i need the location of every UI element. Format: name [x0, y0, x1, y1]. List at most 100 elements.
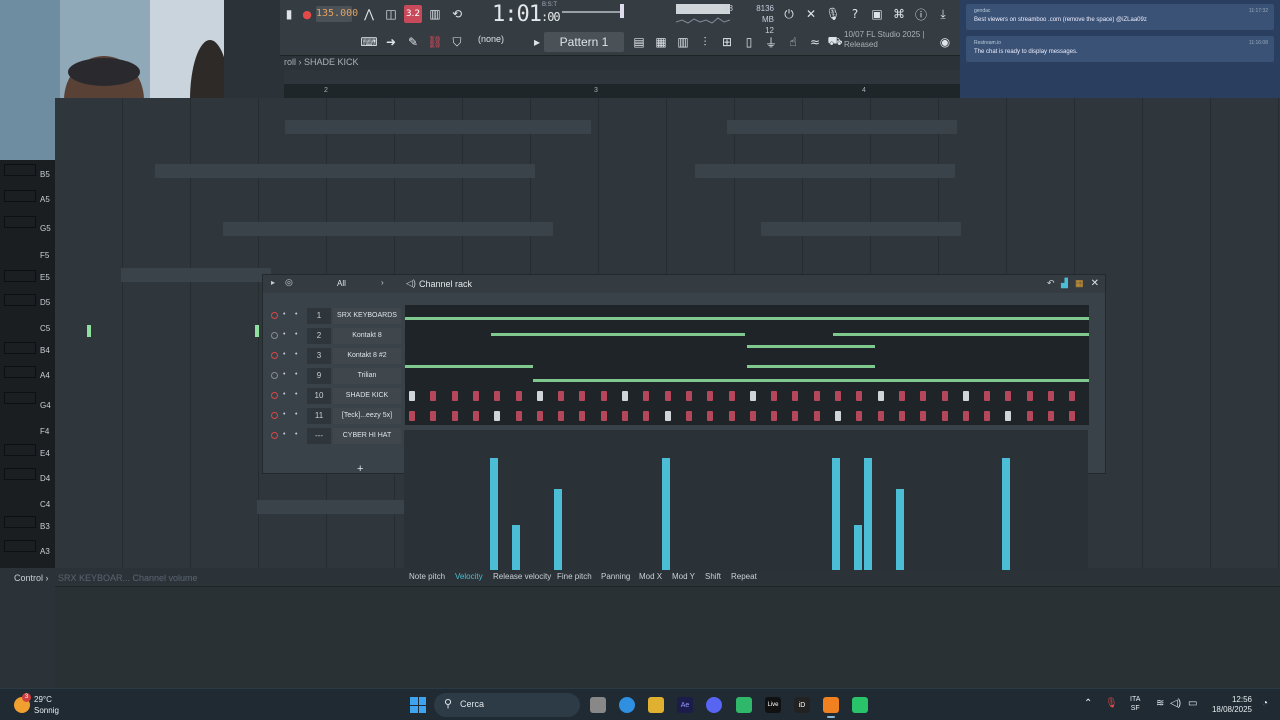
- step-button[interactable]: [771, 391, 778, 401]
- channel-name[interactable]: SRX KEYBOARDS: [333, 308, 401, 324]
- clock[interactable]: 12:56 18/08/2025: [1206, 695, 1252, 715]
- velocity-bar[interactable]: [662, 458, 670, 570]
- step-button[interactable]: [622, 391, 628, 401]
- step-button[interactable]: [792, 391, 799, 401]
- step-button[interactable]: [962, 391, 969, 401]
- metronome-icon[interactable]: ⋀: [360, 5, 378, 23]
- discord-icon[interactable]: [706, 697, 722, 713]
- touch-icon[interactable]: ☝: [784, 33, 802, 51]
- pan-knob-icon[interactable]: •: [283, 371, 285, 378]
- volume-knob-icon[interactable]: •: [295, 391, 297, 398]
- step-button[interactable]: [835, 391, 841, 401]
- channel-name[interactable]: Kontakt 8: [333, 328, 401, 344]
- filter-arrow-icon[interactable]: ›: [381, 278, 384, 287]
- step-button[interactable]: [579, 391, 586, 401]
- after-effects-icon[interactable]: Ae: [677, 697, 693, 713]
- steps-icon[interactable]: ▦: [1075, 278, 1084, 289]
- tab-repeat[interactable]: Repeat: [731, 572, 757, 581]
- velocity-lane[interactable]: [404, 430, 1088, 570]
- pan-knob-icon[interactable]: •: [283, 331, 285, 338]
- clipboard-icon[interactable]: ▯: [740, 33, 758, 51]
- volume-knob-icon[interactable]: •: [295, 311, 297, 318]
- step-button[interactable]: [494, 391, 501, 401]
- mixer-track[interactable]: 3: [307, 348, 331, 364]
- master-volume-handle[interactable]: [620, 4, 624, 18]
- step-button[interactable]: [558, 411, 565, 421]
- step-button[interactable]: [984, 391, 991, 401]
- step-sequencer-row[interactable]: [405, 389, 1089, 403]
- step-button[interactable]: [515, 411, 522, 421]
- step-button[interactable]: [1069, 411, 1076, 421]
- mixer-track[interactable]: 2: [307, 328, 331, 344]
- velocity-bar[interactable]: [512, 525, 520, 570]
- help-icon[interactable]: ?: [846, 5, 864, 23]
- pan-knob-icon[interactable]: •: [283, 351, 285, 358]
- velocity-bar[interactable]: [1002, 458, 1010, 570]
- piano-roll-icon[interactable]: ▦: [652, 33, 670, 51]
- cpu-icon[interactable]: ⏻: [780, 5, 798, 23]
- wait-icon[interactable]: ◫: [382, 5, 400, 23]
- black-key[interactable]: [4, 164, 36, 176]
- streaming-app-icon[interactable]: [852, 697, 868, 713]
- channel-row[interactable]: • • 11 [Teck]...eezy 5x]: [267, 407, 403, 425]
- step-button[interactable]: [1026, 411, 1033, 421]
- step-button[interactable]: [792, 411, 799, 421]
- menu-arrow-icon[interactable]: ▸: [271, 278, 275, 287]
- channel-name[interactable]: [Teck]...eezy 5x]: [333, 408, 401, 424]
- start-button[interactable]: [410, 697, 426, 713]
- velocity-bar[interactable]: [864, 458, 872, 570]
- step-button[interactable]: [898, 391, 905, 401]
- channel-row[interactable]: • • 10 SHADE KICK: [267, 387, 403, 405]
- tab-note-pitch[interactable]: Note pitch: [409, 572, 445, 581]
- channel-name[interactable]: CYBER HI HAT: [333, 428, 401, 444]
- step-sequencer-row[interactable]: [405, 409, 1089, 423]
- velocity-bar[interactable]: [896, 489, 904, 570]
- step-button[interactable]: [920, 411, 927, 421]
- volume-icon[interactable]: ◁): [1170, 698, 1181, 709]
- microphone-icon[interactable]: 🎙: [1105, 698, 1118, 709]
- channel-led[interactable]: [271, 372, 278, 379]
- step-button[interactable]: [451, 391, 458, 401]
- pan-knob-icon[interactable]: •: [283, 411, 285, 418]
- stamp-icon[interactable]: ⛉: [448, 33, 466, 51]
- step-button[interactable]: [749, 411, 756, 421]
- ableton-live-icon[interactable]: Live: [765, 697, 781, 713]
- master-volume-slider[interactable]: [562, 11, 622, 13]
- channel-rack-header[interactable]: ▸ ◎ All › ◁) Channel rack ↶ ▟ ▦ ✕: [263, 275, 1105, 293]
- pan-knob-icon[interactable]: •: [283, 391, 285, 398]
- step-button[interactable]: [409, 391, 415, 401]
- graph-icon[interactable]: ▟: [1061, 278, 1068, 289]
- notifications-icon[interactable]: ◔: [1262, 698, 1268, 709]
- language-indicator[interactable]: ITA SF: [1130, 695, 1140, 713]
- black-key[interactable]: [4, 190, 36, 202]
- control-lane[interactable]: [55, 586, 1280, 688]
- mixer-track[interactable]: ---: [307, 428, 331, 444]
- black-key[interactable]: [4, 468, 36, 480]
- channel-row[interactable]: • • 3 Kontakt 8 #2: [267, 347, 403, 365]
- black-key[interactable]: [4, 216, 36, 228]
- step-button[interactable]: [451, 411, 458, 421]
- download-icon[interactable]: ⤓: [934, 5, 952, 23]
- step-button[interactable]: [877, 391, 884, 401]
- step-button[interactable]: [579, 411, 586, 421]
- step-button[interactable]: [409, 411, 415, 421]
- channel-name[interactable]: SHADE KICK: [333, 388, 401, 404]
- volume-knob-icon[interactable]: •: [295, 331, 297, 338]
- close-icon[interactable]: ✕: [802, 5, 820, 23]
- velocity-bar[interactable]: [490, 458, 498, 570]
- step-button[interactable]: [643, 391, 650, 401]
- loop-record-icon[interactable]: ⟲: [448, 5, 466, 23]
- step-button[interactable]: [536, 411, 543, 421]
- step-button[interactable]: [728, 391, 735, 401]
- step-button[interactable]: [622, 411, 628, 421]
- black-key[interactable]: [4, 366, 36, 378]
- id-app-icon[interactable]: iD: [794, 697, 810, 713]
- wifi-icon[interactable]: ≋: [1156, 698, 1164, 709]
- step-button[interactable]: [749, 391, 756, 401]
- swing-knob-icon[interactable]: ◎: [285, 277, 293, 288]
- news-icon[interactable]: ◉: [936, 33, 954, 51]
- channel-row[interactable]: • • 2 Kontakt 8: [267, 327, 403, 345]
- weather-temp[interactable]: 29°C: [34, 695, 52, 704]
- chrome-icon[interactable]: [619, 697, 635, 713]
- group-filter[interactable]: All: [337, 279, 346, 288]
